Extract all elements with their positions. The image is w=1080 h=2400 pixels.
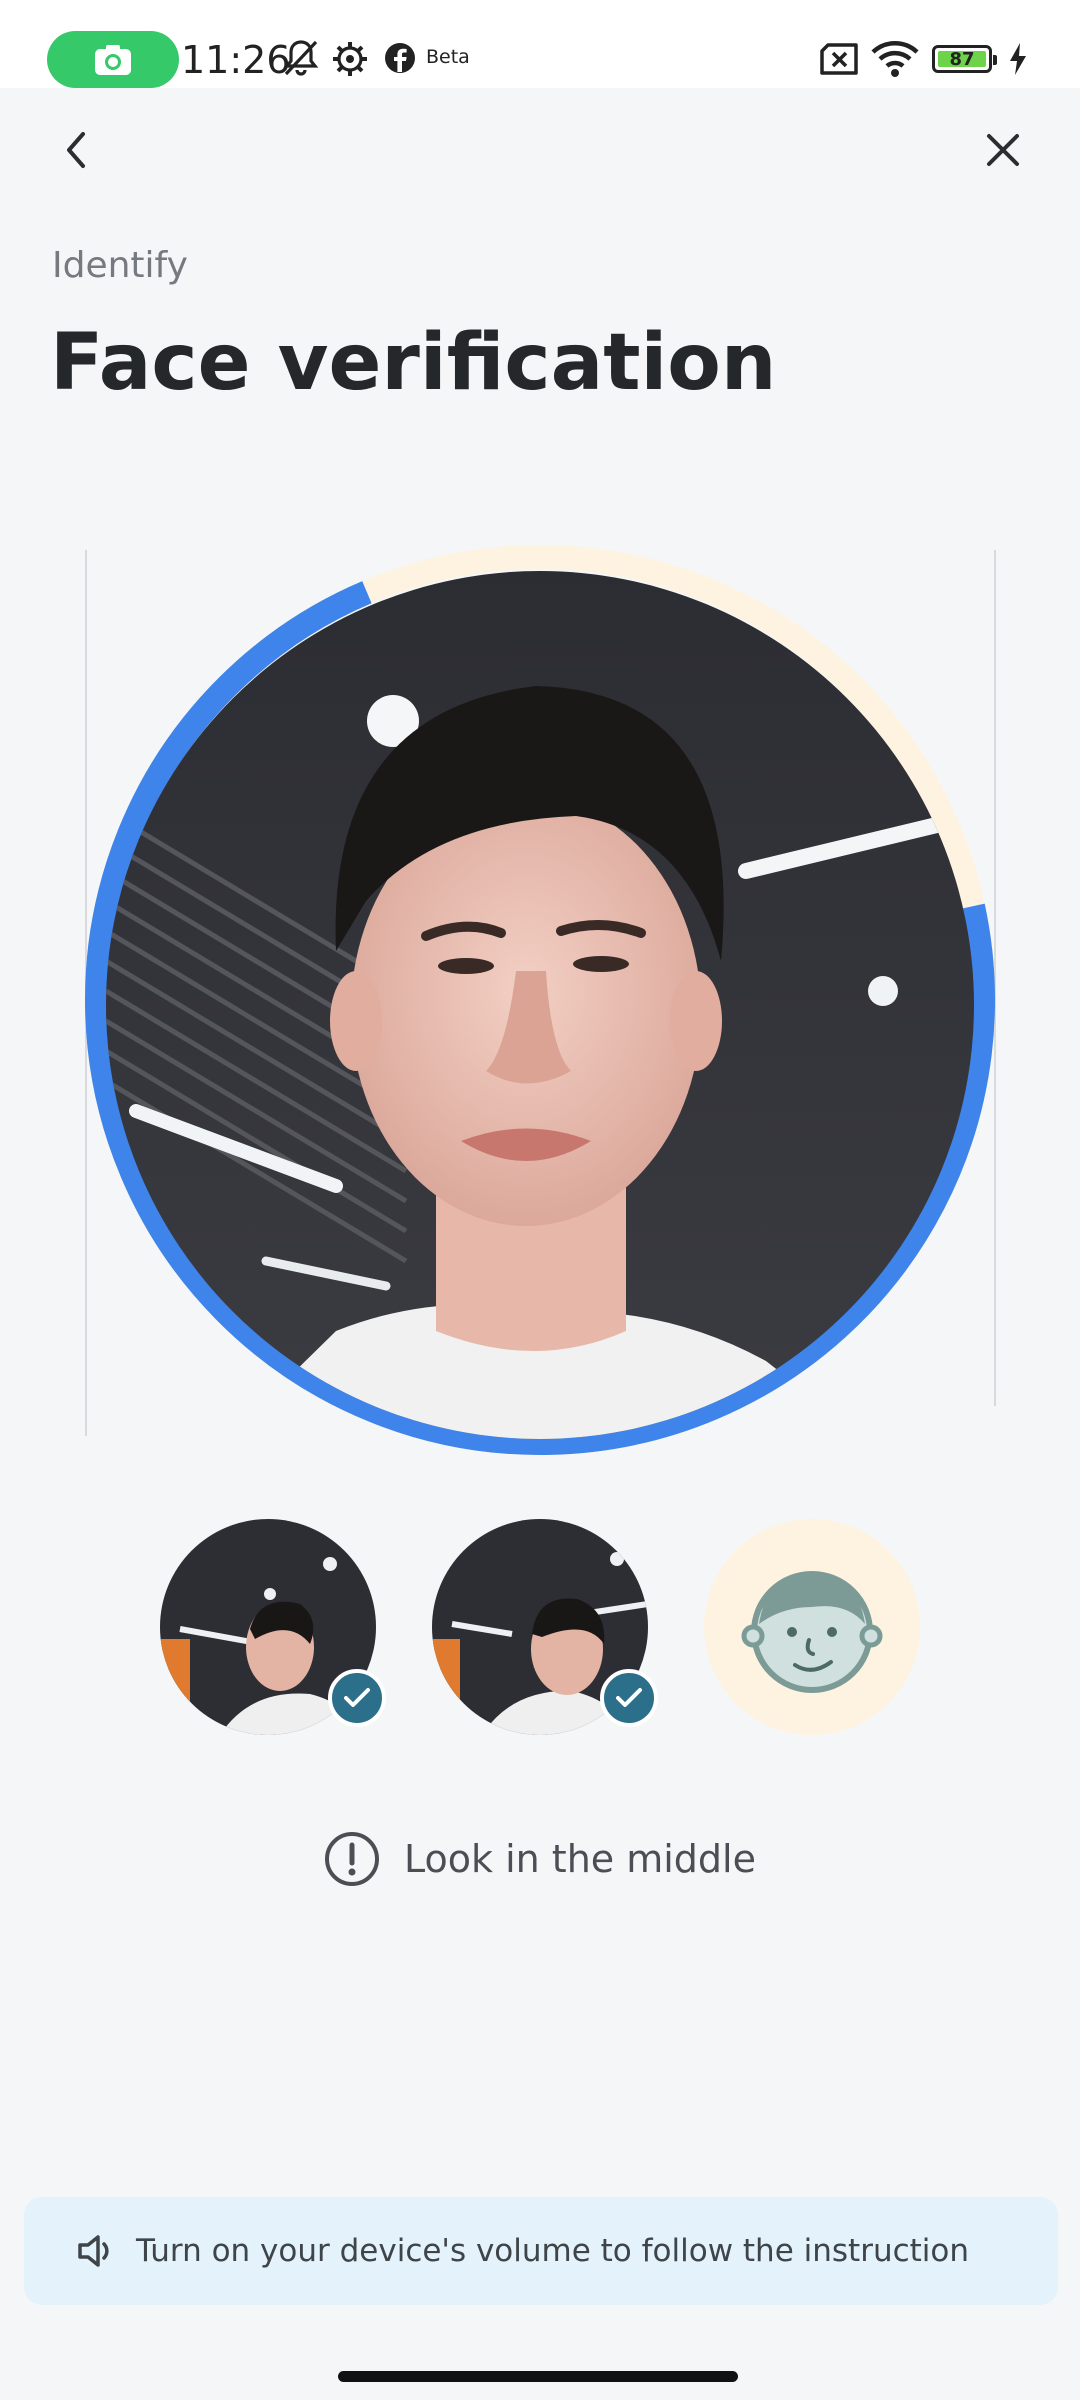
step-complete-badge <box>328 1669 386 1727</box>
step-thumb-right <box>432 1519 658 1735</box>
step-complete-badge <box>600 1669 658 1727</box>
charging-bolt-icon <box>1010 43 1026 75</box>
instruction-row: Look in the middle <box>0 1824 1080 1894</box>
facebook-icon <box>385 43 415 73</box>
face-placeholder-icon <box>741 1571 883 1693</box>
chevron-left-icon <box>67 132 85 168</box>
battery-level: 87 <box>938 49 986 70</box>
checkmark-icon <box>616 1688 642 1707</box>
beta-label: Beta <box>426 46 470 68</box>
back-button[interactable] <box>46 120 106 180</box>
instruction-text: Look in the middle <box>403 1837 756 1881</box>
page-overline: Identify <box>52 245 188 286</box>
speaker-icon <box>78 2235 109 2267</box>
close-icon <box>987 134 1019 166</box>
volume-hint-text: Turn on your device's volume to follow t… <box>136 2233 970 2269</box>
status-bar: 11:26 Beta 87 <box>0 0 1080 88</box>
camera-preview <box>106 571 974 1439</box>
volume-hint-banner: Turn on your device's volume to follow t… <box>24 2197 1058 2305</box>
sim-disabled-icon <box>820 43 858 75</box>
settings-gear-icon <box>333 42 367 76</box>
step-thumb-left <box>160 1519 386 1735</box>
wifi-icon <box>871 41 919 77</box>
home-indicator[interactable] <box>338 2371 738 2382</box>
camera-icon <box>95 44 131 75</box>
battery-icon: 87 <box>932 45 997 73</box>
page-title: Face verification <box>50 318 777 408</box>
info-circle-icon <box>324 1832 379 1886</box>
screen-record-indicator[interactable] <box>47 31 179 88</box>
selfie-face-image <box>106 571 974 1439</box>
close-button[interactable] <box>973 120 1033 180</box>
checkmark-icon <box>344 1688 370 1707</box>
step-thumb-middle <box>704 1519 920 1735</box>
notifications-off-icon <box>283 40 319 76</box>
status-time: 11:26 <box>181 38 291 82</box>
